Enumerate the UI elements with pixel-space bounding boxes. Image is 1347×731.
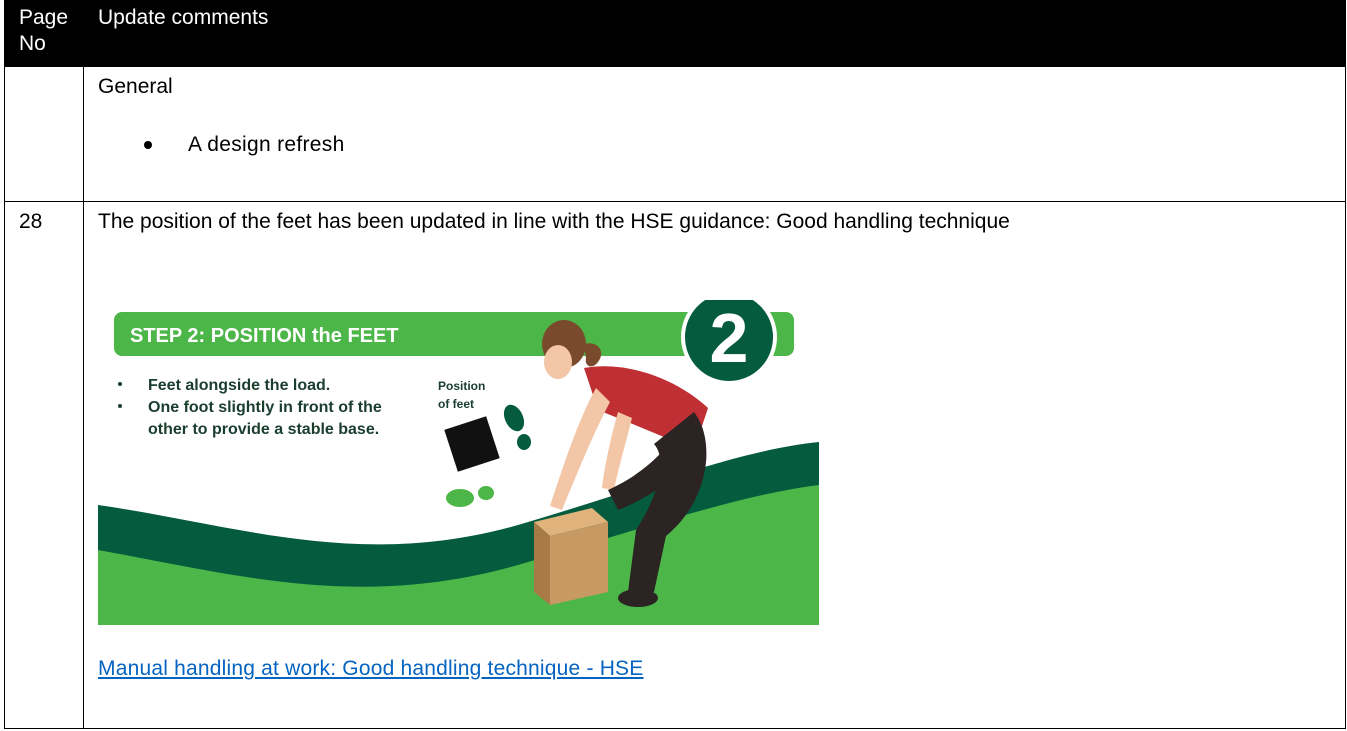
page-cell-empty [4, 66, 84, 202]
comment-cell-28: The position of the feet has been update… [83, 201, 1346, 729]
bullet-text: A design refresh [188, 133, 345, 156]
header-update-comments: Update comments [83, 0, 1346, 67]
header-page-no: Page No [4, 0, 84, 67]
step-number: 2 [710, 300, 749, 377]
hse-guidance-link[interactable]: Manual handling at work: Good handling t… [98, 657, 643, 681]
table-row: 28 The position of the feet has been upd… [4, 201, 1346, 729]
update-comments-table: Page No Update comments General A design… [4, 0, 1346, 729]
comment-cell-general: General A design refresh [83, 66, 1346, 202]
illus-bullet-3: other to provide a stable base. [148, 421, 379, 438]
position-label-1: Position [438, 379, 485, 393]
footprint-icon [446, 486, 494, 507]
section-title-general: General [98, 75, 173, 98]
cardboard-box [534, 508, 608, 605]
table-row: General A design refresh [4, 66, 1346, 202]
illus-bullet-2: One foot slightly in front of the [148, 399, 382, 416]
step-2-illustration: STEP 2: POSITION the FEET 2 Feet alongsi… [98, 300, 819, 625]
load-top-view [444, 416, 500, 472]
bullet-icon [118, 404, 122, 408]
footprint-icon [503, 404, 531, 450]
row-28-text: The position of the feet has been update… [98, 210, 1010, 233]
bullet-icon [144, 141, 152, 149]
position-label-2: of feet [438, 397, 474, 411]
list-item: A design refresh [144, 133, 1345, 157]
table-header-row: Page No Update comments [4, 0, 1346, 67]
illus-bullet-1: Feet alongside the load. [148, 377, 330, 394]
page-cell-28: 28 [4, 201, 84, 729]
illustration-svg: STEP 2: POSITION the FEET 2 Feet alongsi… [98, 300, 819, 625]
bullet-icon [118, 382, 122, 386]
banner-text: STEP 2: POSITION the FEET [130, 325, 399, 347]
